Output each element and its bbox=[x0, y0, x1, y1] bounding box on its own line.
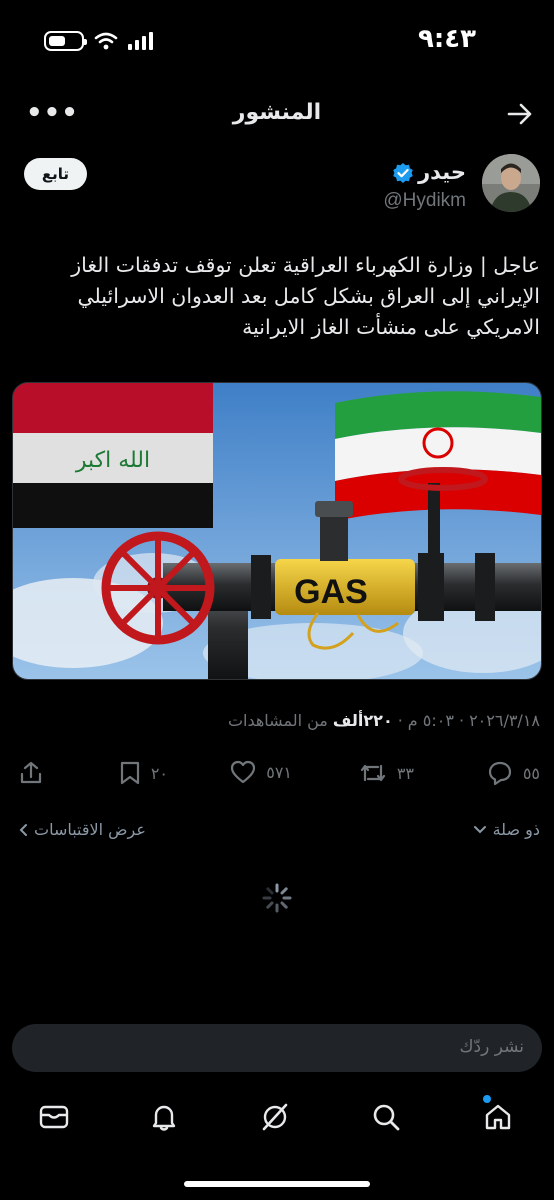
like-button[interactable]: ٥٧١ bbox=[230, 760, 292, 784]
grok-icon bbox=[262, 1103, 288, 1131]
views-count[interactable]: ٢٢٠ألف bbox=[333, 711, 393, 730]
post-date: ٢٠٢٦/٣/١٨ bbox=[469, 711, 540, 730]
bookmark-icon bbox=[120, 761, 139, 785]
page-title: المنشور bbox=[232, 100, 322, 125]
post-meta: ٢٠٢٦/٣/١٨ · ٥:٠٣ م · ٢٢٠ألف من المشاهدات bbox=[228, 711, 540, 730]
nav-grok[interactable] bbox=[257, 1099, 293, 1135]
view-quotes-link[interactable]: عرض الاقتباسات bbox=[18, 820, 146, 839]
signal-icon bbox=[128, 32, 153, 50]
home-indicator[interactable] bbox=[184, 1181, 370, 1187]
repost-icon bbox=[360, 764, 385, 782]
home-icon bbox=[485, 1104, 511, 1130]
share-button[interactable] bbox=[18, 760, 44, 786]
views-label: من المشاهدات bbox=[227, 711, 328, 730]
mail-icon bbox=[39, 1105, 69, 1129]
avatar[interactable] bbox=[482, 154, 540, 212]
meta-separator: · bbox=[458, 711, 465, 730]
view-quotes-label: عرض الاقتباسات bbox=[34, 820, 146, 839]
gas-label: GAS bbox=[294, 573, 368, 611]
wifi-icon bbox=[94, 32, 118, 50]
reply-icon bbox=[488, 761, 511, 786]
post-time: ٥:٠٣ م bbox=[407, 711, 454, 730]
svg-text:الله اكبر: الله اكبر bbox=[75, 448, 150, 473]
status-icons bbox=[44, 31, 154, 51]
share-icon bbox=[20, 761, 42, 784]
loading-spinner-icon bbox=[262, 883, 292, 913]
reply-input[interactable]: نشر ردّك bbox=[12, 1024, 542, 1072]
meta-separator-2: · bbox=[397, 711, 403, 730]
chevron-left-icon bbox=[19, 823, 27, 836]
status-time: ٩:٤٣ bbox=[417, 24, 476, 54]
repost-count: ٣٣ bbox=[396, 763, 414, 783]
heart-icon bbox=[231, 760, 256, 784]
reply-sort-dropdown[interactable]: ذو صلة bbox=[473, 820, 540, 839]
post-text: عاجل | وزارة الكهرباء العراقية تعلن توقف… bbox=[71, 253, 540, 339]
gas-pipeline-illustration: الله اكبر GAS bbox=[13, 383, 541, 679]
nav-messages[interactable] bbox=[36, 1099, 72, 1135]
back-arrow-icon[interactable] bbox=[506, 100, 534, 128]
like-count: ٥٧١ bbox=[266, 762, 292, 782]
home-notification-dot bbox=[483, 1095, 491, 1103]
post-image[interactable]: الله اكبر GAS bbox=[12, 382, 542, 680]
author-handle[interactable]: @Hydikm bbox=[383, 190, 466, 212]
nav-home[interactable] bbox=[480, 1099, 516, 1135]
nav-notifications[interactable] bbox=[146, 1099, 182, 1135]
repost-button[interactable]: ٣٣ bbox=[359, 760, 414, 786]
author-display-name[interactable]: حيدر bbox=[418, 160, 466, 184]
verified-badge-icon bbox=[393, 163, 413, 183]
avatar-image bbox=[482, 154, 540, 212]
battery-icon bbox=[44, 31, 87, 51]
nav-search[interactable] bbox=[368, 1099, 404, 1135]
bell-icon bbox=[152, 1105, 176, 1131]
chevron-down-icon bbox=[473, 825, 486, 833]
bookmark-count: ٢٠ bbox=[150, 763, 168, 783]
follow-button[interactable]: تابع bbox=[24, 158, 87, 190]
reply-sort-label: ذو صلة bbox=[492, 820, 540, 839]
bookmark-button[interactable]: ٢٠ bbox=[119, 760, 168, 786]
reply-placeholder: نشر ردّك bbox=[459, 1037, 524, 1057]
more-options-button[interactable]: ••• bbox=[26, 100, 79, 126]
search-icon bbox=[373, 1104, 400, 1131]
reply-button[interactable]: ٥٥ bbox=[487, 760, 540, 786]
reply-count: ٥٥ bbox=[522, 763, 540, 783]
